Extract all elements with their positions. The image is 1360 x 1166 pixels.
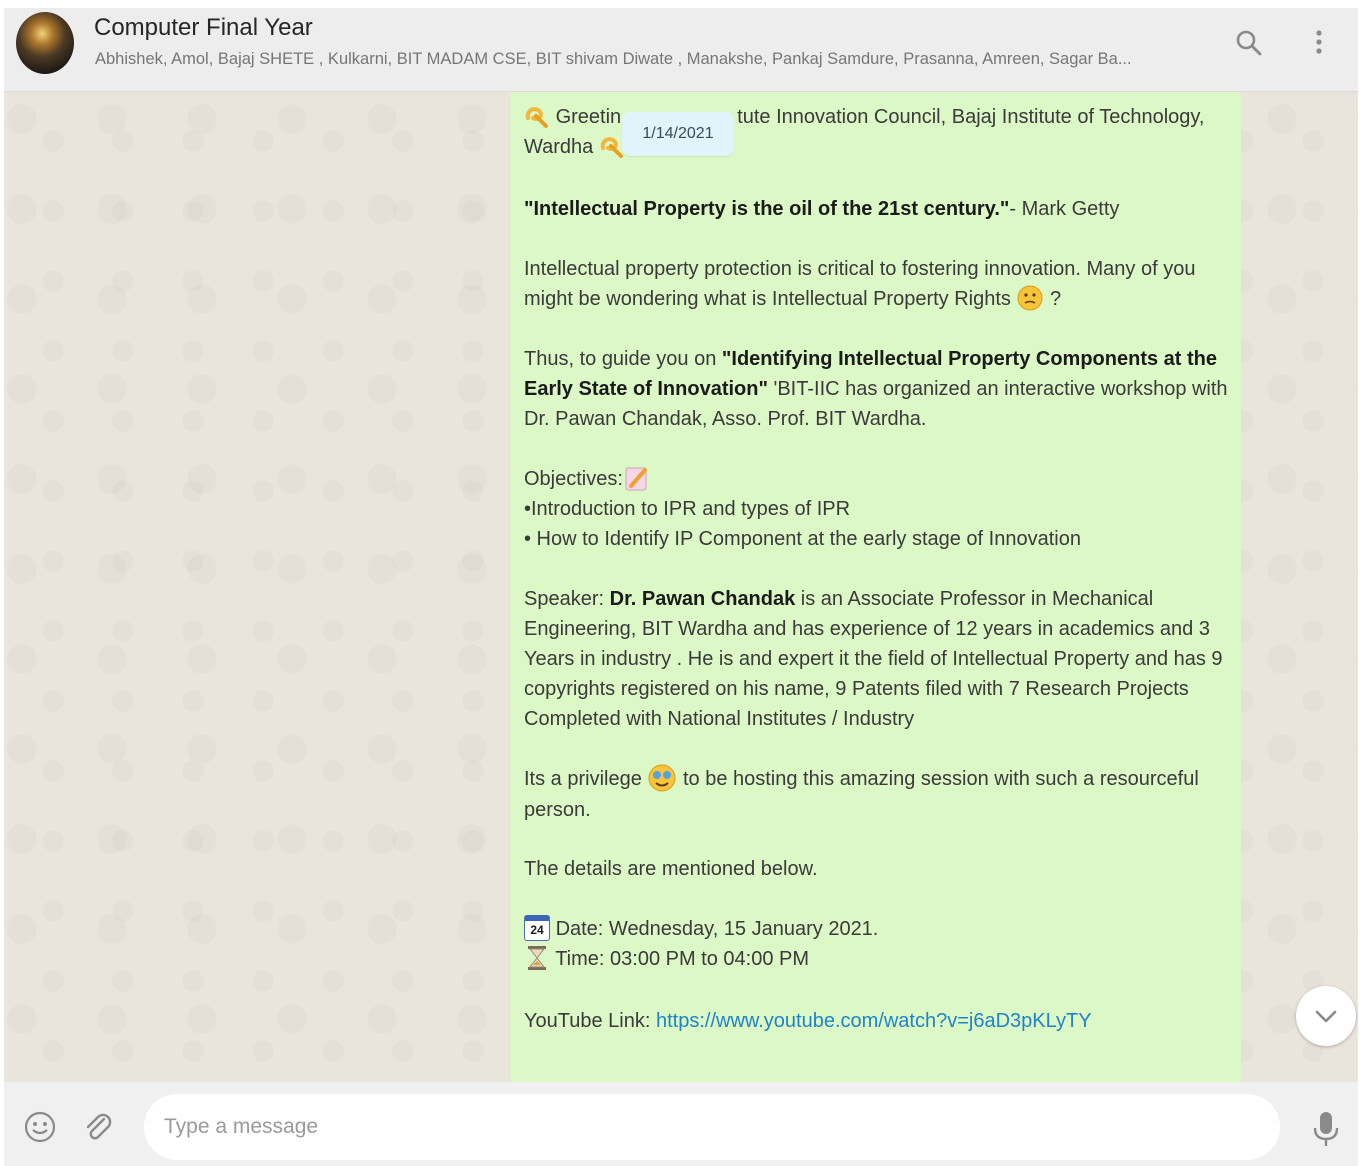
youtube-link[interactable]: https://www.youtube.com/watch?v=j6aD3pKL… bbox=[656, 1010, 1092, 1032]
emoji-icon bbox=[24, 1111, 56, 1143]
message-bubble[interactable]: Greetin tute Innovation Council, Bajaj In… bbox=[510, 92, 1241, 1082]
group-avatar[interactable] bbox=[16, 12, 74, 74]
attach-button[interactable] bbox=[80, 1109, 116, 1145]
thinking-face-emoji-icon bbox=[1017, 285, 1043, 311]
scroll-to-bottom-button[interactable] bbox=[1296, 986, 1356, 1046]
search-button[interactable] bbox=[1234, 28, 1264, 58]
attach-icon bbox=[86, 1113, 112, 1140]
chat-title[interactable]: Computer Final Year bbox=[94, 14, 313, 42]
message-input[interactable] bbox=[144, 1094, 1280, 1160]
date-chip: 1/14/2021 bbox=[622, 112, 734, 156]
speaker-paragraph: Speaker: Dr. Pawan Chandak is an Associa… bbox=[524, 588, 1223, 730]
star-struck-emoji-icon bbox=[648, 764, 676, 792]
guide-paragraph: Thus, to guide you on "Identifying Intel… bbox=[524, 348, 1228, 430]
quote-line: "Intellectual Property is the oil of the… bbox=[524, 198, 1120, 220]
privilege-paragraph: Its a privilege to be hosting this amazi… bbox=[524, 764, 1229, 825]
mic-icon bbox=[1313, 1112, 1339, 1146]
compose-bar bbox=[4, 1082, 1358, 1166]
search-icon bbox=[1236, 30, 1262, 56]
hourglass-icon bbox=[528, 945, 546, 970]
schedule-lines: 24 Date: Wednesday, 15 January 2021. Tim… bbox=[524, 914, 1229, 974]
group-members-list[interactable]: Abhishek, Amol, Bajaj SHETE , Kulkarni, … bbox=[95, 50, 1185, 69]
objectives-section: Objectives: •Introduction to IPR and typ… bbox=[524, 464, 1229, 554]
menu-icon bbox=[1316, 30, 1322, 54]
memo-emoji-icon bbox=[625, 467, 647, 491]
intro-paragraph: Intellectual property protection is crit… bbox=[524, 258, 1196, 311]
chat-header: Computer Final Year Abhishek, Amol, Baja… bbox=[4, 8, 1358, 92]
emoji-button[interactable] bbox=[22, 1109, 58, 1145]
mic-button[interactable] bbox=[1308, 1109, 1344, 1146]
ribbon-emoji-icon bbox=[600, 136, 623, 158]
details-line: The details are mentioned below. bbox=[524, 858, 818, 880]
calendar-icon: 24 bbox=[524, 914, 550, 941]
youtube-line: YouTube Link: https://www.youtube.com/wa… bbox=[524, 1010, 1092, 1032]
menu-button[interactable] bbox=[1304, 28, 1334, 58]
chat-messages-area[interactable]: Greetin tute Innovation Council, Bajaj In… bbox=[4, 92, 1358, 1082]
chevron-down-icon bbox=[1315, 1010, 1337, 1023]
whatsapp-web-window: Computer Final Year Abhishek, Amol, Baja… bbox=[4, 8, 1358, 1166]
ribbon-emoji-icon bbox=[525, 106, 548, 128]
